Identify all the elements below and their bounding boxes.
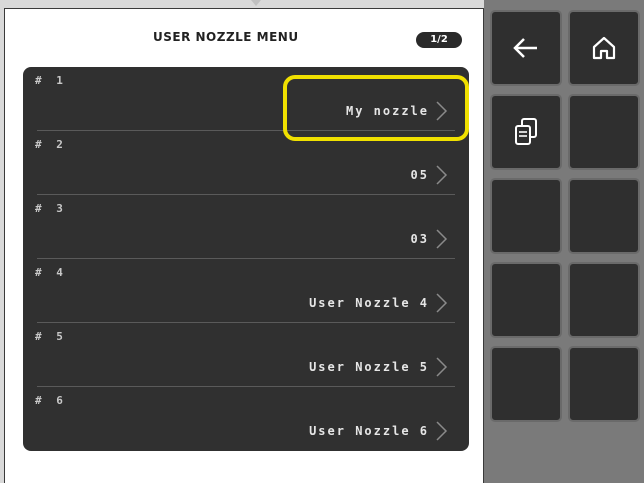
home-button[interactable]: [568, 10, 640, 86]
header: USER NOZZLE MENU 1/2: [5, 9, 483, 67]
side-button-empty[interactable]: [490, 262, 562, 338]
chevron-right-icon: [436, 101, 448, 121]
top-notch-marker: [251, 0, 261, 6]
nozzle-name: User Nozzle 4: [309, 296, 429, 310]
nozzle-row-2[interactable]: # 2 05: [23, 131, 469, 195]
copy-icon: [515, 118, 537, 145]
nozzle-name: 05: [410, 168, 429, 182]
nozzle-number: # 3: [35, 202, 67, 215]
side-button-empty[interactable]: [568, 262, 640, 338]
nozzle-name: User Nozzle 6: [309, 424, 429, 438]
nozzle-name: My nozzle: [345, 104, 429, 118]
side-button-empty[interactable]: [568, 94, 640, 170]
side-button-panel: [484, 0, 644, 483]
page-indicator-badge[interactable]: 1/2: [416, 32, 462, 48]
nozzle-number: # 4: [35, 266, 67, 279]
chevron-right-icon: [436, 293, 448, 313]
nozzle-row-4[interactable]: # 4 User Nozzle 4: [23, 259, 469, 323]
chevron-right-icon: [436, 357, 448, 377]
nozzle-list: # 1 My nozzle # 2 05 # 3 03 # 4 User Noz…: [23, 67, 469, 451]
back-arrow-icon: [513, 38, 537, 58]
side-button-empty[interactable]: [490, 346, 562, 422]
side-button-empty[interactable]: [568, 178, 640, 254]
chevron-right-icon: [436, 421, 448, 441]
nozzle-menu-screen: USER NOZZLE MENU 1/2 # 1 My nozzle # 2 0…: [4, 8, 484, 483]
side-button-empty[interactable]: [568, 346, 640, 422]
page-title: USER NOZZLE MENU: [153, 30, 299, 44]
nozzle-number: # 6: [35, 394, 67, 407]
nozzle-row-5[interactable]: # 5 User Nozzle 5: [23, 323, 469, 387]
chevron-right-icon: [436, 229, 448, 249]
nozzle-row-6[interactable]: # 6 User Nozzle 6: [23, 387, 469, 451]
nozzle-number: # 1: [35, 74, 67, 87]
back-button[interactable]: [490, 10, 562, 86]
nozzle-row-1[interactable]: # 1 My nozzle: [23, 67, 469, 131]
chevron-right-icon: [436, 165, 448, 185]
home-icon: [592, 36, 616, 60]
nozzle-name: User Nozzle 5: [309, 360, 429, 374]
nozzle-number: # 5: [35, 330, 67, 343]
nozzle-number: # 2: [35, 138, 67, 151]
side-button-empty[interactable]: [490, 178, 562, 254]
copy-button[interactable]: [490, 94, 562, 170]
nozzle-row-3[interactable]: # 3 03: [23, 195, 469, 259]
nozzle-name: 03: [410, 232, 429, 246]
